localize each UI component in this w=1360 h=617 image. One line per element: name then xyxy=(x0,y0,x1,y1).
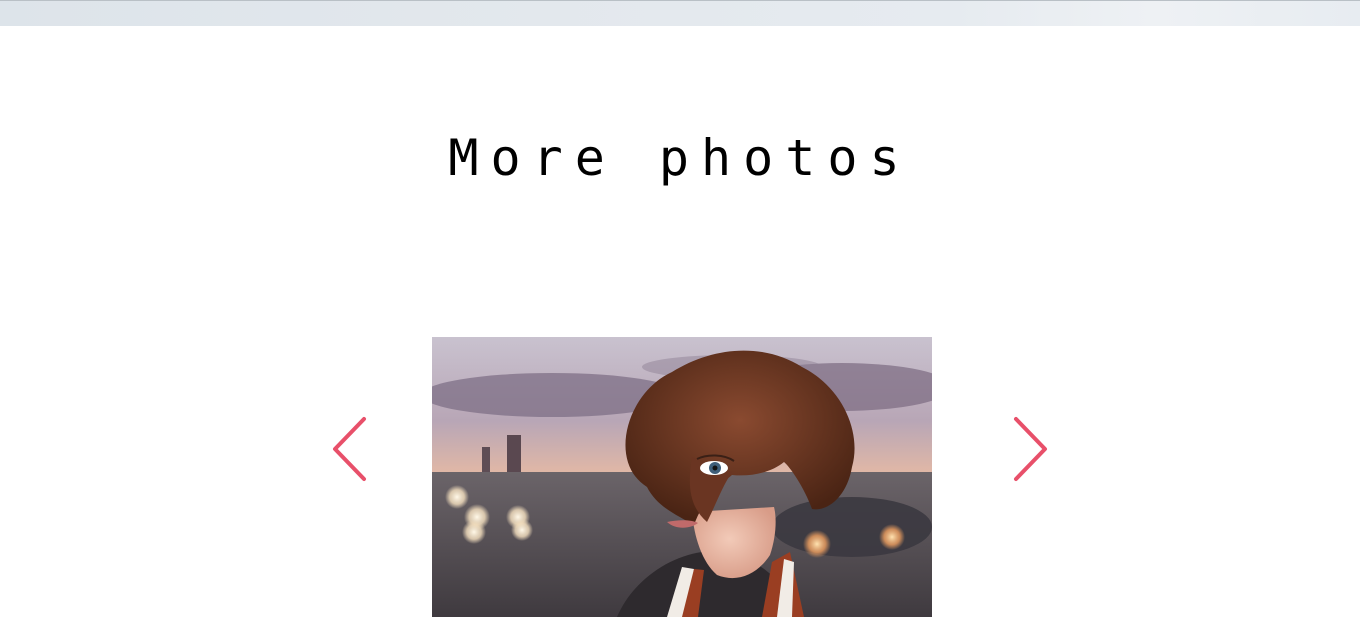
chevron-right-icon xyxy=(1014,417,1047,481)
woman-portrait-photo xyxy=(432,337,932,617)
carousel-photo[interactable] xyxy=(432,337,932,617)
section-title: More photos xyxy=(448,129,912,187)
carousel-next-button[interactable] xyxy=(1010,415,1050,483)
carousel-prev-button[interactable] xyxy=(330,415,370,483)
header-strip xyxy=(0,0,1360,26)
chevron-left-icon xyxy=(333,417,366,481)
